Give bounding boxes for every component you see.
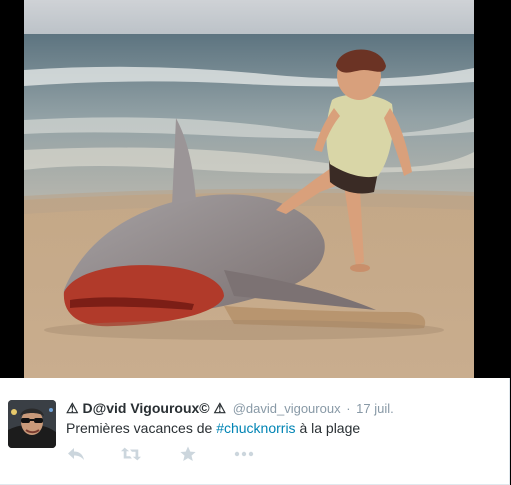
header-separator: · bbox=[346, 401, 351, 416]
more-button[interactable] bbox=[234, 444, 254, 464]
reply-button[interactable] bbox=[66, 444, 86, 464]
tweet-timestamp[interactable]: 17 juil. bbox=[356, 401, 394, 416]
author-fullname[interactable]: ⚠ D@vid Vigouroux© ⚠ bbox=[66, 400, 226, 416]
tweet-photo[interactable] bbox=[24, 0, 474, 378]
reply-icon bbox=[68, 448, 84, 460]
tweet-text-before: Premières vacances de bbox=[66, 420, 217, 436]
more-icon bbox=[234, 451, 254, 457]
photo-image bbox=[24, 0, 474, 378]
tweet-header: ⚠ D@vid Vigouroux© ⚠ @david_vigouroux · … bbox=[66, 400, 499, 417]
tweet-text: Premières vacances de #chucknorris à la … bbox=[66, 419, 360, 437]
avatar[interactable] bbox=[8, 400, 56, 448]
tweet-actions bbox=[66, 444, 254, 464]
favorite-button[interactable] bbox=[178, 444, 198, 464]
author-username[interactable]: @david_vigouroux bbox=[233, 401, 341, 416]
star-icon bbox=[180, 446, 196, 461]
hashtag-link[interactable]: #chucknorris bbox=[216, 420, 295, 436]
tweet-card[interactable]: ⚠ D@vid Vigouroux© ⚠ @david_vigouroux · … bbox=[0, 378, 510, 485]
retweet-button[interactable] bbox=[121, 444, 141, 464]
tweet-text-after: à la plage bbox=[295, 420, 361, 436]
retweet-icon bbox=[121, 447, 141, 461]
